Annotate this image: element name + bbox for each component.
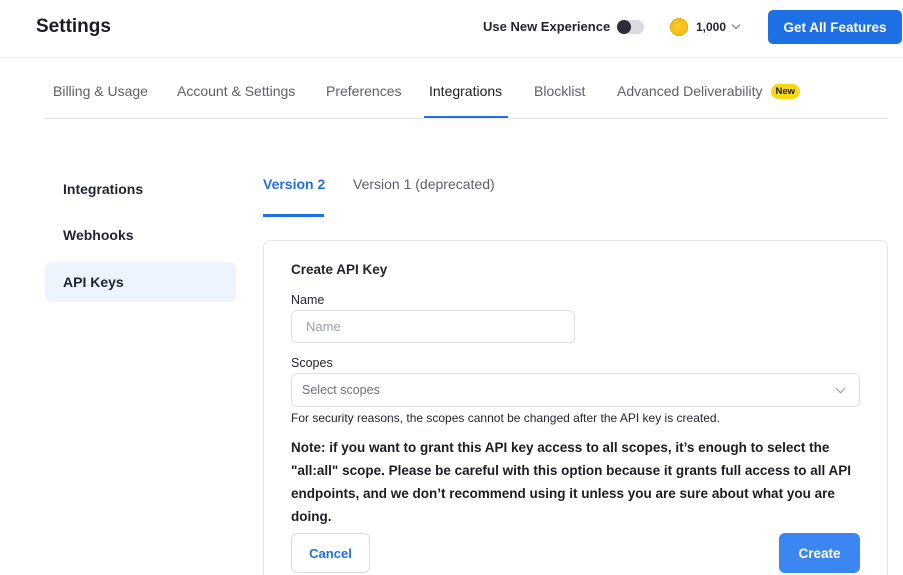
active-subtab-indicator xyxy=(263,214,324,217)
sidebar-item-api-keys[interactable]: API Keys xyxy=(45,262,236,302)
tab-billing-usage[interactable]: Billing & Usage xyxy=(53,83,148,99)
create-api-key-card: Create API Key Name Scopes Select scopes… xyxy=(263,240,888,575)
tab-account-settings[interactable]: Account & Settings xyxy=(177,83,295,99)
toggle-knob xyxy=(617,20,631,34)
get-all-features-button[interactable]: Get All Features xyxy=(768,10,902,44)
cancel-button[interactable]: Cancel xyxy=(291,533,370,573)
subtab-version-2[interactable]: Version 2 xyxy=(263,176,325,192)
scopes-placeholder: Select scopes xyxy=(302,383,380,397)
credits-value: 1,000 xyxy=(696,20,727,34)
tab-blocklist[interactable]: Blocklist xyxy=(534,83,585,99)
scopes-note: Note: if you want to grant this API key … xyxy=(291,440,851,524)
top-header: Settings Use New Experience ⚡ 1,000 Get … xyxy=(0,0,903,58)
card-title: Create API Key xyxy=(291,262,388,277)
scopes-select[interactable]: Select scopes xyxy=(291,373,860,407)
name-label: Name xyxy=(291,293,325,307)
scopes-label: Scopes xyxy=(291,356,333,370)
chevron-down-icon xyxy=(731,20,741,30)
settings-tabs: Billing & Usage Account & Settings Prefe… xyxy=(44,63,888,119)
page-title: Settings xyxy=(36,16,111,37)
credits-dropdown[interactable]: ⚡ 1,000 xyxy=(670,16,741,38)
tab-advanced-deliverability[interactable]: Advanced Deliverability New xyxy=(617,83,801,99)
tab-preferences[interactable]: Preferences xyxy=(326,83,401,99)
create-button[interactable]: Create xyxy=(779,533,860,573)
tab-integrations[interactable]: Integrations xyxy=(429,83,502,99)
subtab-version-1[interactable]: Version 1 (deprecated) xyxy=(353,176,495,192)
chevron-down-icon xyxy=(835,383,846,394)
active-tab-indicator xyxy=(424,116,508,118)
sidebar-item-integrations[interactable]: Integrations xyxy=(45,169,236,209)
new-badge: New xyxy=(770,84,801,99)
sidebar-item-webhooks[interactable]: Webhooks xyxy=(45,215,236,255)
new-experience-toggle[interactable] xyxy=(617,20,644,34)
new-experience-label: Use New Experience xyxy=(483,19,611,34)
tab-advanced-deliverability-label: Advanced Deliverability xyxy=(617,83,763,99)
lightning-coin-icon: ⚡ xyxy=(670,18,688,36)
name-input[interactable] xyxy=(291,310,575,343)
scopes-helper-text: For security reasons, the scopes cannot … xyxy=(291,411,720,425)
